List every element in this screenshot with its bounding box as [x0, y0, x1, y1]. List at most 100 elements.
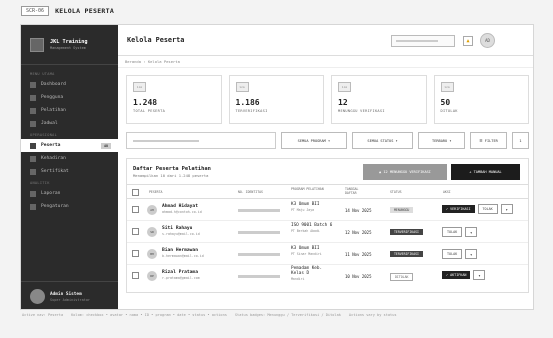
nav-section-main: MENU UTAMA	[30, 71, 55, 76]
sidebar-item-label: Pelatihan	[41, 108, 66, 113]
brand-name: JKL Training	[50, 39, 88, 45]
select-all-checkbox[interactable]	[132, 189, 139, 196]
status-badge: DITOLAK	[390, 273, 414, 281]
calendar-icon	[30, 120, 36, 127]
column-header: TANGGAL DAFTAR	[345, 187, 359, 195]
registration-date: 12 Nov 2025	[345, 230, 372, 235]
filter-button[interactable]: ☰ FILTER	[470, 132, 508, 149]
sidebar-item-kehadiran[interactable]: Kehadiran	[21, 152, 118, 165]
list-header: Daftar Peserta Pelatihan Menampilkan 10 …	[127, 159, 528, 184]
user-role: Super Administrator	[50, 297, 91, 302]
reject-button[interactable]: TOLAK	[442, 249, 463, 259]
participant-name: Bian Hermawan	[162, 248, 198, 253]
sort-select[interactable]: TERBARU ▾	[418, 132, 466, 149]
screen-tag: SCR-06	[21, 6, 50, 16]
notification-bell-icon[interactable]: ▲	[463, 36, 473, 46]
stat-label: MENUNGGU VERIFIKASI	[338, 109, 385, 113]
sidebar-item-peserta[interactable]: Peserta 48	[21, 139, 118, 152]
sidebar-item-laporan[interactable]: Laporan	[21, 187, 118, 200]
registration-date: 10 Nov 2025	[345, 274, 372, 279]
avatar[interactable]: AD	[480, 33, 495, 48]
status-filter-select[interactable]: SEMUA STATUS ▾	[351, 132, 414, 149]
sidebar-item-label: Jadwal	[41, 121, 58, 126]
sidebar-item-sertifikat[interactable]: Sertifikat	[21, 165, 118, 178]
reject-button[interactable]: TOLAK	[442, 227, 463, 237]
stat-card-total: ico 1.248 TOTAL PESERTA	[126, 75, 222, 124]
pending-verification-button[interactable]: ▲ 12 MENUNGGU VERIFIKASI	[363, 164, 447, 180]
add-manual-button[interactable]: + TAMBAH MANUAL	[451, 164, 520, 180]
stat-label: TERVERIFIKASI	[235, 109, 268, 113]
row-checkbox[interactable]	[132, 272, 139, 279]
row-checkbox[interactable]	[132, 206, 139, 213]
more-options-button[interactable]: ▾	[473, 270, 486, 280]
activate-button[interactable]: ✓ AKTIFKAN	[442, 271, 471, 279]
reject-button[interactable]: TOLAK	[477, 204, 498, 214]
identity-number-redacted	[238, 275, 280, 278]
registration-date: 11 Nov 2025	[345, 252, 372, 257]
search-placeholder	[133, 139, 199, 142]
stats-row: ico 1.248 TOTAL PESERTA ico 1.186 TERVER…	[126, 75, 529, 124]
participant-search-input[interactable]	[126, 132, 277, 149]
logo-icon	[30, 37, 44, 52]
users-icon	[30, 94, 36, 101]
participant-email: s.rahayu@mail.co.id	[162, 232, 200, 236]
nav-section-analytics: ANALITIK	[30, 180, 50, 185]
stat-icon: ico	[440, 82, 454, 92]
participants-icon	[30, 142, 36, 149]
sidebar-item-label: Sertifikat	[41, 169, 69, 174]
participant-name: Ahmad Hidayat	[162, 204, 198, 209]
stat-icon: ico	[235, 82, 249, 92]
sidebar-item-label: Laporan	[41, 191, 61, 196]
more-options-button[interactable]: ▾	[465, 249, 478, 259]
screen-label-bar: SCR-06 KELOLA PESERTA	[0, 0, 553, 22]
table-header: PESERTA NO. IDENTITAS PROGRAM PELATIHAN …	[127, 184, 528, 199]
certificate-icon	[30, 168, 36, 175]
program-company: Mandiri	[291, 276, 305, 281]
more-options-button[interactable]: ▾	[465, 227, 478, 237]
column-header: STATUS	[390, 190, 402, 194]
settings-icon	[30, 203, 36, 210]
sidebar-item-pelatihan[interactable]: Pelatihan	[21, 104, 118, 117]
sidebar-user-profile[interactable]: Admin Sistem Super Administrator	[21, 281, 118, 309]
main-content: Kelola Peserta ▲ AD Beranda › Kelola Pes…	[118, 25, 533, 309]
verify-button[interactable]: ✓ VERIFIKASI	[442, 205, 475, 213]
identity-number-redacted	[238, 253, 280, 256]
attendance-icon	[30, 155, 36, 162]
table-row[interactable]: AH Ahmad Hidayat ahmad.h@contoh.co.id K3…	[127, 199, 528, 221]
program-filter-select[interactable]: SEMUA PROGRAM ▾	[281, 132, 347, 149]
participant-name: Rizal Pratama	[162, 270, 198, 275]
search-input[interactable]	[391, 35, 455, 47]
identity-number-redacted	[238, 231, 280, 234]
filter-bar: SEMUA PROGRAM ▾ SEMUA STATUS ▾ TERBARU ▾…	[126, 132, 529, 149]
program-name: Pemadam Keb. Kelas D	[291, 266, 323, 276]
table-row[interactable]: SR Siti Rahayu s.rahayu@mail.co.id ISO 9…	[127, 221, 528, 243]
sidebar-item-dashboard[interactable]: Dashboard	[21, 78, 118, 91]
sidebar-item-pengguna[interactable]: Pengguna	[21, 91, 118, 104]
stat-value: 50	[440, 98, 451, 107]
participant-email: r.pratama@gmail.com	[162, 276, 200, 280]
page-indicator[interactable]: 1	[512, 132, 529, 149]
table-row[interactable]: RP Rizal Pratama r.pratama@gmail.com Pem…	[127, 265, 528, 287]
sidebar-item-label: Kehadiran	[41, 156, 66, 161]
stat-value: 1.248	[133, 98, 158, 107]
list-title: Daftar Peserta Pelatihan	[133, 165, 211, 172]
count-badge: 48	[100, 142, 111, 149]
column-header: NO. IDENTITAS	[238, 190, 263, 194]
page-title: Kelola Peserta	[127, 36, 185, 44]
sidebar-item-label: Pengguna	[41, 95, 64, 100]
row-checkbox[interactable]	[132, 250, 139, 257]
more-options-button[interactable]: ▾	[500, 204, 513, 214]
stat-card-pending: ico 12 MENUNGGU VERIFIKASI	[331, 75, 427, 124]
table-row[interactable]: BH Bian Hermawan b.hermawan@mail.co.id K…	[127, 243, 528, 265]
stat-icon: ico	[338, 82, 351, 92]
annotation-note: Actions vary by status	[348, 313, 397, 317]
identity-number-redacted	[238, 209, 280, 212]
nav-section-operational: OPERASIONAL	[30, 132, 58, 137]
brand: JKL Training Management System	[21, 25, 118, 65]
sidebar-item-label: Dashboard	[41, 82, 66, 87]
sidebar-item-jadwal[interactable]: Jadwal	[21, 117, 118, 130]
stat-value: 1.186	[235, 98, 260, 107]
sidebar-item-label: Pengaturan	[41, 204, 69, 209]
row-checkbox[interactable]	[132, 228, 139, 235]
sidebar-item-pengaturan[interactable]: Pengaturan	[21, 200, 118, 213]
